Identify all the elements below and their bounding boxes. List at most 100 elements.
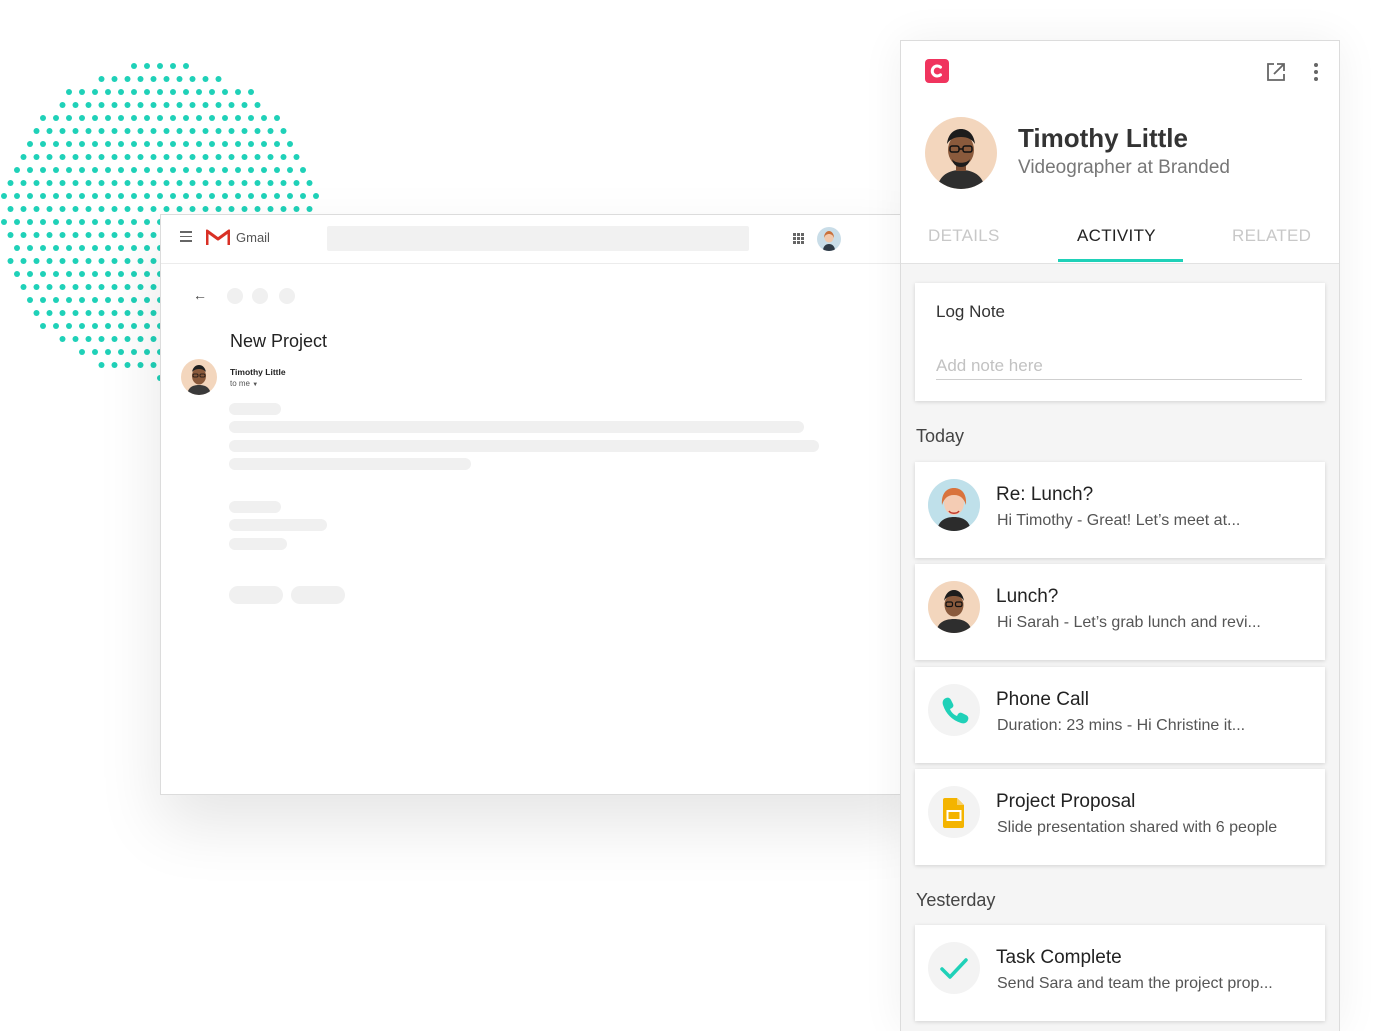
decoration-dot	[150, 336, 157, 342]
decoration-dot	[53, 245, 59, 251]
decoration-dot	[196, 193, 202, 199]
activity-item-email[interactable]: Lunch? Hi Sarah - Let’s grab lunch and r…	[915, 564, 1325, 660]
tab-activity[interactable]: ACTIVITY	[1077, 226, 1156, 246]
decoration-dot	[53, 141, 59, 147]
activity-item-email-reply[interactable]: Re: Lunch? Hi Timothy - Great! Let’s mee…	[915, 462, 1325, 558]
decoration-dot	[170, 63, 176, 69]
decoration-dot	[287, 167, 293, 173]
decoration-dot	[85, 180, 92, 186]
open-external-icon[interactable]	[1265, 61, 1287, 83]
activity-title: Lunch?	[996, 586, 1059, 607]
activity-title: Phone Call	[996, 689, 1089, 710]
decoration-dot	[14, 245, 20, 251]
decoration-dot	[176, 154, 183, 160]
decoration-dot	[254, 154, 261, 160]
section-heading-today: Today	[916, 426, 965, 446]
decoration-dot	[183, 167, 189, 173]
gmail-search-bar[interactable]	[327, 226, 749, 251]
decoration-dot	[248, 89, 254, 95]
decoration-dot	[98, 154, 105, 160]
activity-item-phone-call[interactable]: Phone Call Duration: 23 mins - Hi Christ…	[915, 667, 1325, 763]
decoration-dot	[124, 232, 131, 238]
note-input[interactable]	[936, 353, 1302, 380]
toolbar-placeholder-icon[interactable]	[252, 288, 268, 304]
slides-icon	[928, 786, 980, 838]
decoration-dot	[111, 310, 118, 316]
decoration-dot	[124, 336, 131, 342]
decoration-dot	[92, 219, 98, 225]
decoration-dot	[176, 102, 183, 108]
decoration-dot	[144, 141, 150, 147]
decoration-dot	[98, 180, 105, 186]
sender-name: Timothy Little	[230, 367, 286, 377]
decoration-dot	[196, 167, 202, 173]
decoration-dot	[98, 102, 105, 108]
decoration-dot	[85, 128, 92, 134]
decoration-dot	[59, 336, 66, 342]
decoration-dot	[79, 89, 85, 95]
skeleton-line	[229, 538, 287, 550]
decoration-dot	[215, 180, 222, 186]
decoration-dot	[280, 154, 287, 160]
decoration-dot	[150, 154, 157, 160]
section-heading-yesterday: Yesterday	[916, 890, 996, 910]
decoration-dot	[235, 141, 241, 147]
decoration-dot	[300, 167, 306, 173]
decoration-dot	[111, 102, 118, 108]
toolbar-placeholder-icon[interactable]	[279, 288, 295, 304]
decoration-dot	[189, 206, 196, 212]
decoration-dot	[105, 323, 111, 329]
decoration-dot	[46, 310, 53, 316]
activity-item-task[interactable]: Task Complete Send Sara and team the pro…	[915, 925, 1325, 1021]
account-avatar[interactable]	[817, 227, 841, 251]
skeleton-line	[229, 519, 327, 531]
decoration-dot	[72, 102, 79, 108]
decoration-dot	[300, 193, 306, 199]
decoration-dot	[261, 115, 267, 121]
decoration-dot	[118, 167, 124, 173]
contact-header: Timothy Little Videographer at Branded D…	[901, 41, 1339, 264]
decoration-dot	[59, 180, 66, 186]
decoration-dot	[137, 310, 144, 316]
decoration-dot	[287, 193, 293, 199]
decoration-dot	[111, 76, 118, 82]
decoration-dot	[176, 180, 183, 186]
decoration-dot	[176, 206, 183, 212]
decoration-dot	[176, 128, 183, 134]
decoration-dot	[183, 141, 189, 147]
decoration-dot	[131, 167, 137, 173]
decoration-dot	[144, 271, 150, 277]
activity-item-file-share[interactable]: Project Proposal Slide presentation shar…	[915, 769, 1325, 865]
decoration-dot	[79, 141, 85, 147]
decoration-dot	[189, 76, 196, 82]
more-vertical-icon[interactable]	[1311, 61, 1321, 83]
activity-description: Hi Timothy - Great! Let’s meet at...	[997, 512, 1241, 529]
recipient-line[interactable]: to me ▼	[230, 379, 258, 388]
decoration-dot	[131, 63, 137, 69]
decoration-dot	[20, 232, 27, 238]
decoration-dot	[183, 115, 189, 121]
decoration-dot	[118, 349, 124, 355]
tab-details[interactable]: DETAILS	[928, 226, 1000, 246]
decoration-dot	[274, 141, 280, 147]
decoration-dot	[72, 258, 79, 264]
decoration-dot	[46, 128, 53, 134]
decoration-dot	[124, 284, 131, 290]
back-arrow-icon[interactable]: ←	[193, 287, 207, 303]
tab-related[interactable]: RELATED	[1232, 226, 1311, 246]
hamburger-menu-icon[interactable]	[180, 231, 192, 242]
contact-title: Videographer at Branded	[1018, 157, 1230, 178]
decoration-dot	[53, 115, 59, 121]
decoration-dot	[254, 180, 261, 186]
decoration-dot	[124, 206, 131, 212]
decoration-dot	[59, 284, 66, 290]
log-note-label: Log Note	[936, 302, 1005, 321]
decoration-dot	[33, 310, 40, 316]
decoration-dot	[111, 232, 118, 238]
decoration-dot	[118, 141, 124, 147]
decoration-dot	[163, 128, 170, 134]
decoration-dot	[111, 206, 118, 212]
decoration-dot	[131, 89, 137, 95]
apps-grid-icon[interactable]	[793, 233, 804, 244]
toolbar-placeholder-icon[interactable]	[227, 288, 243, 304]
